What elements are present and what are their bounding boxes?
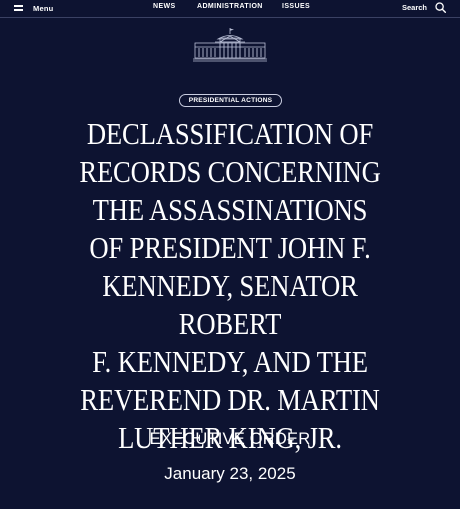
title-line: KENNEDY, SENATOR ROBERT — [102, 268, 358, 341]
document-type-label: EXECUTIVE ORDER — [149, 430, 311, 448]
search-label: Search — [401, 3, 427, 12]
title-line: OF PRESIDENT JOHN F. — [89, 230, 371, 265]
title-line: REVEREND DR. MARTIN — [80, 382, 380, 417]
hamburger-menu-icon — [14, 5, 23, 11]
nav-link-issues[interactable]: ISSUES — [282, 3, 310, 10]
title-line: RECORDS CONCERNING — [79, 154, 381, 189]
menu-button[interactable]: Menu — [14, 2, 53, 14]
white-house-logo[interactable] — [193, 27, 267, 63]
title-line: DECLASSIFICATION OF — [86, 116, 374, 151]
title-line: THE ASSASSINATIONS — [92, 192, 368, 227]
top-navigation-bar: Menu NEWS ADMINISTRATION ISSUES Search — [0, 0, 460, 18]
menu-label: Menu — [33, 3, 54, 13]
page-title: DECLASSIFICATION OF RECORDS CONCERNING T… — [58, 115, 402, 457]
presidential-actions-badge[interactable]: PRESIDENTIAL ACTIONS — [179, 94, 282, 107]
title-line: F. KENNEDY, AND THE — [92, 344, 368, 379]
search-button[interactable]: Search — [402, 2, 446, 13]
nav-link-administration[interactable]: ADMINISTRATION — [197, 3, 263, 10]
nav-link-news[interactable]: NEWS — [153, 3, 176, 10]
search-icon — [435, 2, 446, 13]
publish-date: January 23, 2025 — [164, 464, 296, 483]
